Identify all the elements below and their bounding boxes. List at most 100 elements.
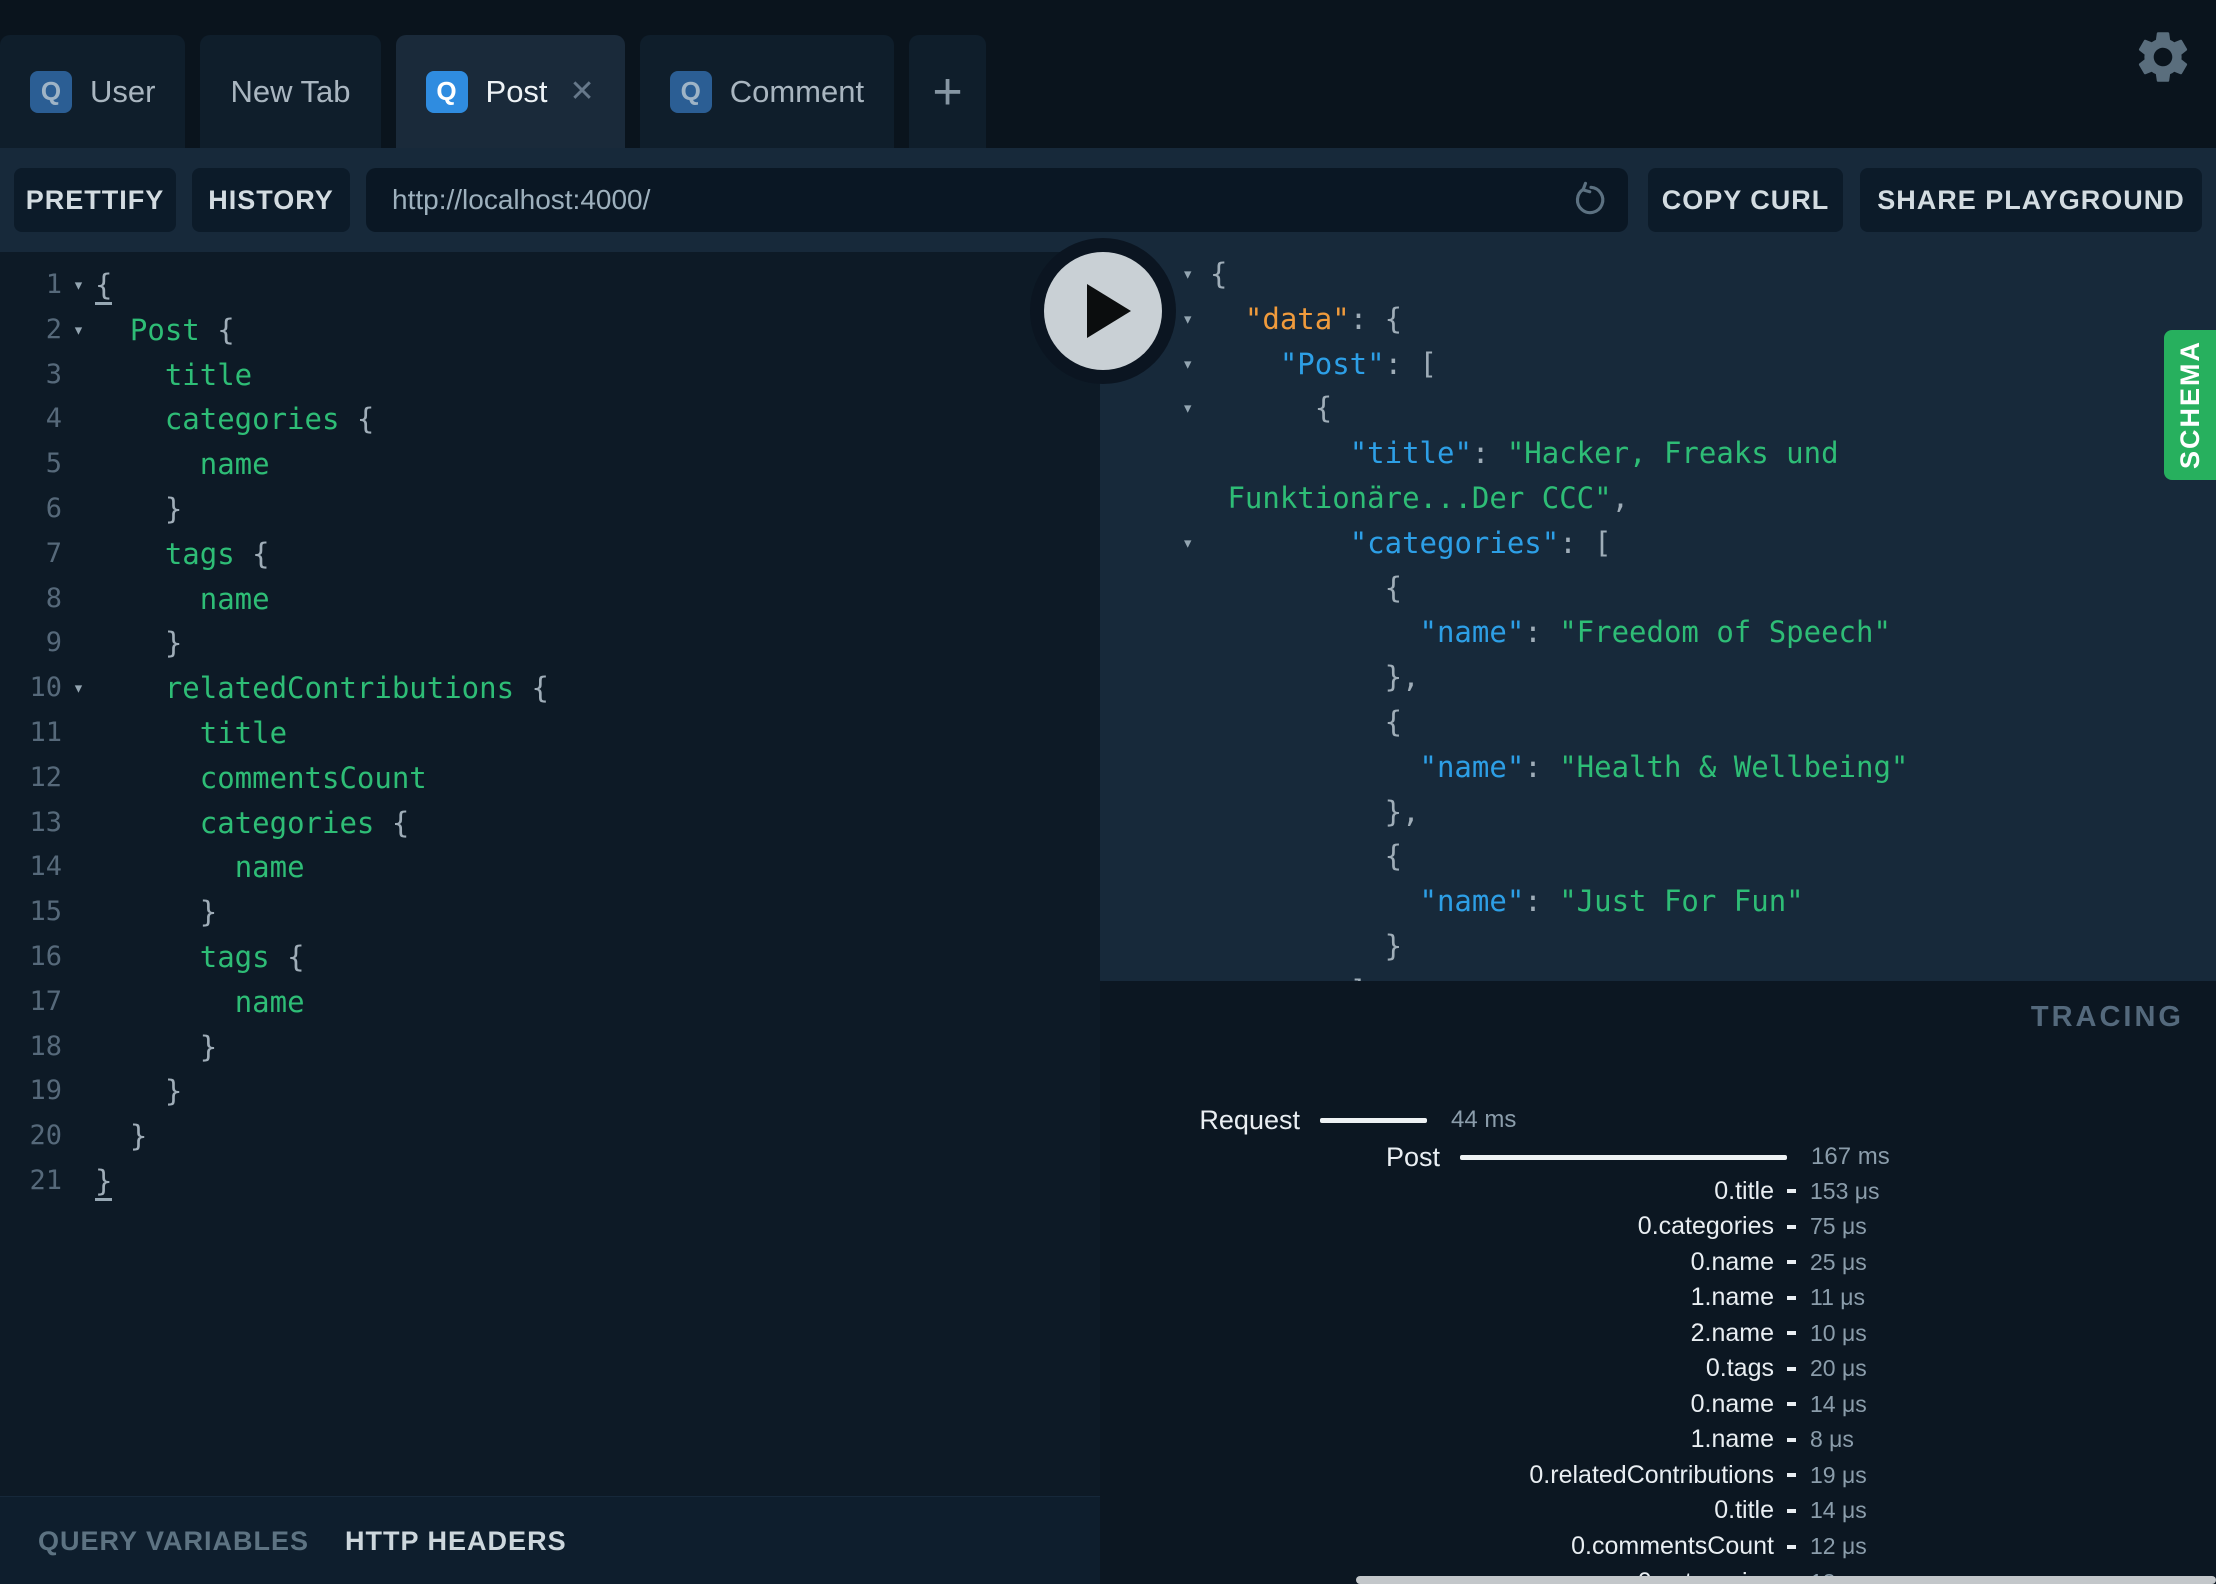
fold-arrow-icon[interactable]: ▾: [1182, 342, 1193, 387]
http-headers-tab[interactable]: HTTP HEADERS: [345, 1526, 567, 1557]
response-line: "name": "Health & Wellbeing": [1100, 745, 2216, 790]
copy-curl-button[interactable]: COPY CURL: [1648, 168, 1843, 232]
tab-comment[interactable]: Q Comment: [639, 35, 895, 148]
share-playground-button[interactable]: SHARE PLAYGROUND: [1860, 168, 2202, 232]
fold-arrow-icon[interactable]: ▾: [1182, 386, 1193, 431]
code-token: : [: [1559, 525, 1612, 560]
tab-post[interactable]: Q Post ✕: [395, 35, 625, 148]
editor-line[interactable]: 8 name: [0, 577, 1100, 622]
settings-gear-icon[interactable]: [2132, 26, 2194, 88]
code-token: :: [1471, 436, 1507, 471]
editor-line[interactable]: 21}: [0, 1159, 1100, 1204]
code-token: commentsCount: [199, 760, 427, 795]
new-tab-button[interactable]: +: [909, 35, 987, 148]
tab-label: New Tab: [230, 73, 351, 109]
tracing-field-row: 2.name 10 μs: [1100, 1316, 1930, 1350]
tracing-row-time: 167 ms: [1811, 1143, 1890, 1170]
history-button[interactable]: HISTORY: [192, 168, 350, 232]
response-line: ▾ "Post": [: [1100, 342, 2216, 387]
editor-line[interactable]: 1 ▾{: [0, 263, 1100, 308]
tracing-panel: TRACING Request 44 ms Post 167 ms 0.titl…: [1100, 981, 2216, 1584]
code-token: "name": [1419, 615, 1525, 650]
fold-arrow-icon[interactable]: ▾: [1182, 521, 1193, 566]
code-token: {: [1210, 257, 1228, 291]
editor-line[interactable]: 4 categories {: [0, 397, 1100, 442]
tracing-duration-bar: [1787, 1224, 1796, 1229]
code-token: {: [234, 536, 270, 571]
tab-user[interactable]: Q User: [0, 35, 186, 148]
query-type-badge: Q: [669, 70, 712, 113]
line-number: 17: [29, 985, 62, 1017]
query-editor-pane[interactable]: 1 ▾{2 ▾ Post {3 title 4 categories {5 name 6…: [0, 252, 1100, 1496]
code-text: {: [95, 263, 113, 308]
editor-line[interactable]: 20 }: [0, 1114, 1100, 1159]
editor-line[interactable]: 6 }: [0, 487, 1100, 532]
reload-schema-icon[interactable]: [1572, 181, 1610, 219]
line-number: 7: [45, 537, 62, 569]
code-token: }: [164, 491, 183, 526]
tab-new-tab[interactable]: New Tab: [200, 35, 381, 148]
code-token: }: [1384, 928, 1403, 963]
prettify-button[interactable]: PRETTIFY: [14, 168, 176, 232]
code-token: categories: [164, 402, 340, 437]
query-variables-tab[interactable]: QUERY VARIABLES: [38, 1526, 309, 1557]
query-editor-lines: 1 ▾{2 ▾ Post {3 title 4 categories {5 name 6…: [0, 252, 1100, 1204]
code-text: }: [95, 1025, 217, 1070]
line-number: 4: [45, 403, 62, 435]
tracing-field-row: 0.categories 75 μs: [1100, 1210, 1930, 1244]
editor-line[interactable]: 14 name: [0, 845, 1100, 890]
tab-bar: Q User New Tab Q Post ✕ Q Comment +: [0, 0, 2216, 148]
schema-side-tab[interactable]: SCHEMA: [2164, 330, 2216, 480]
editor-line[interactable]: 5 name: [0, 442, 1100, 487]
line-number: 8: [45, 582, 62, 614]
code-token: name: [234, 984, 305, 1019]
tracing-row-label: 0.name: [1690, 1247, 1774, 1276]
code-token: },: [1384, 794, 1420, 829]
code-token: }: [164, 1074, 183, 1109]
tracing-field-row: 0.tags 20 μs: [1100, 1352, 1930, 1386]
tracing-duration-bar: [1787, 1508, 1796, 1513]
editor-line[interactable]: 13 categories {: [0, 801, 1100, 846]
code-token: relatedContributions: [164, 671, 515, 706]
code-token: "title": [1349, 436, 1472, 471]
tracing-title: TRACING: [2030, 1001, 2184, 1033]
tracing-row-time: 75 μs: [1810, 1213, 1867, 1240]
horizontal-scrollbar[interactable]: [1356, 1576, 2216, 1584]
close-tab-icon[interactable]: ✕: [570, 76, 595, 107]
fold-arrow-icon[interactable]: ▾: [62, 666, 95, 711]
line-number: 13: [29, 806, 62, 838]
editor-line[interactable]: 15 }: [0, 890, 1100, 935]
play-button-circle: [1044, 252, 1162, 370]
editor-line[interactable]: 2 ▾ Post {: [0, 308, 1100, 353]
fold-arrow-icon[interactable]: ▾: [62, 263, 95, 308]
editor-line[interactable]: 17 name: [0, 980, 1100, 1025]
editor-line[interactable]: 10 ▾ relatedContributions {: [0, 666, 1100, 711]
url-input[interactable]: [366, 168, 1628, 232]
editor-line[interactable]: 3 title: [0, 353, 1100, 398]
code-token: {: [339, 402, 375, 437]
graphql-playground-window: Q User New Tab Q Post ✕ Q Comment + PRETTIFY HIS…: [0, 0, 2216, 1584]
tracing-request-row: Request 44 ms: [1100, 1102, 1516, 1138]
editor-line[interactable]: 11 title: [0, 711, 1100, 756]
editor-line[interactable]: 7 tags {: [0, 532, 1100, 577]
code-token: : [: [1384, 346, 1437, 381]
fold-arrow-icon[interactable]: ▾: [62, 308, 95, 353]
editor-line[interactable]: 18 }: [0, 1025, 1100, 1070]
code-token: {: [1314, 391, 1333, 426]
editor-line[interactable]: 12 commentsCount: [0, 756, 1100, 801]
tracing-row-label: 0.title: [1714, 1176, 1774, 1205]
tracing-row-time: 11 μs: [1810, 1284, 1866, 1311]
tracing-field-row: 0.commentsCount 12 μs: [1100, 1530, 1930, 1564]
editor-line[interactable]: 16 tags {: [0, 935, 1100, 980]
code-token: "Health & Wellbeing": [1559, 749, 1909, 784]
fold-arrow-icon[interactable]: ▾: [1182, 297, 1193, 342]
tracing-duration-bar: [1787, 1260, 1796, 1265]
editor-line[interactable]: 19 }: [0, 1069, 1100, 1114]
fold-arrow-icon[interactable]: ▾: [1182, 252, 1193, 297]
execute-query-button[interactable]: [1030, 238, 1176, 384]
tracing-duration-bar: [1787, 1189, 1796, 1193]
editor-line[interactable]: 9 }: [0, 621, 1100, 666]
